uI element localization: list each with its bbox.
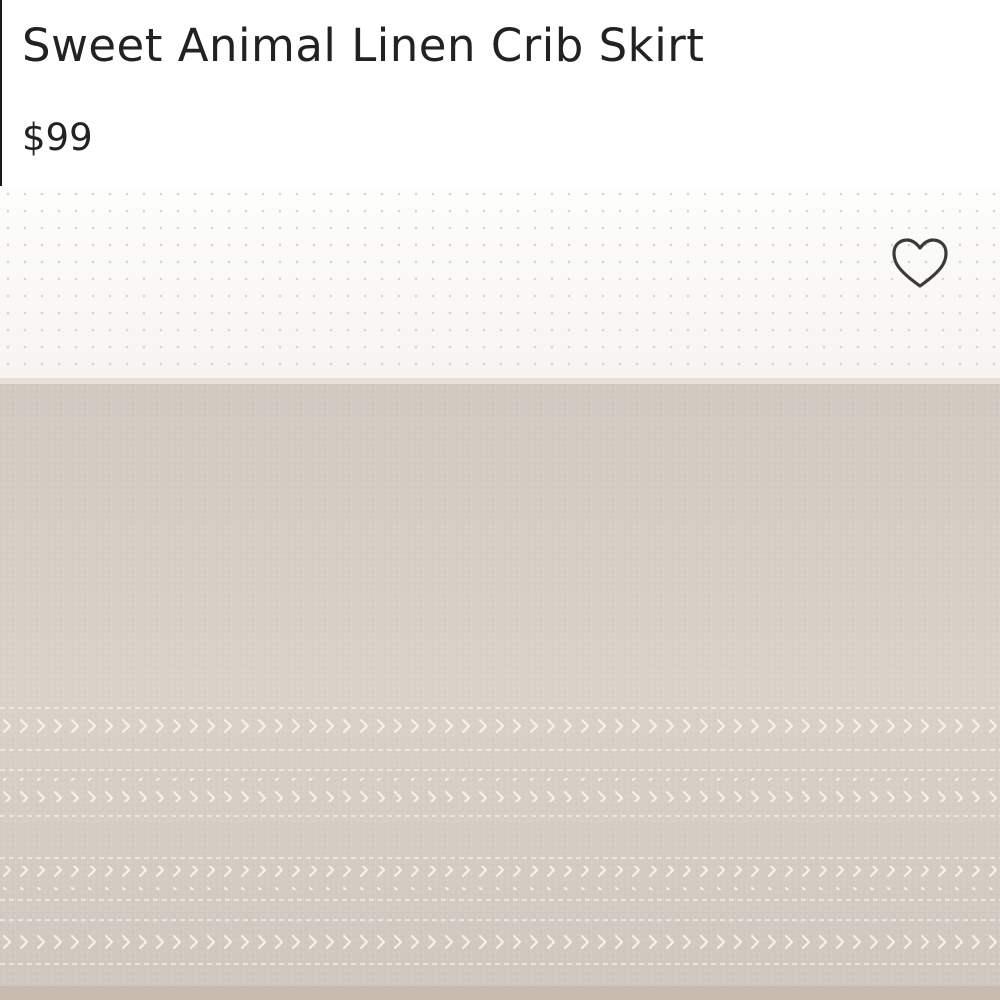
product-price: $99	[22, 116, 93, 159]
crib-skirt-photo	[0, 186, 1000, 1000]
heart-outline-icon	[892, 238, 948, 288]
product-title: Sweet Animal Linen Crib Skirt	[22, 19, 705, 72]
favorite-button[interactable]	[888, 236, 952, 292]
left-border	[0, 0, 2, 190]
product-image	[0, 186, 1000, 1000]
